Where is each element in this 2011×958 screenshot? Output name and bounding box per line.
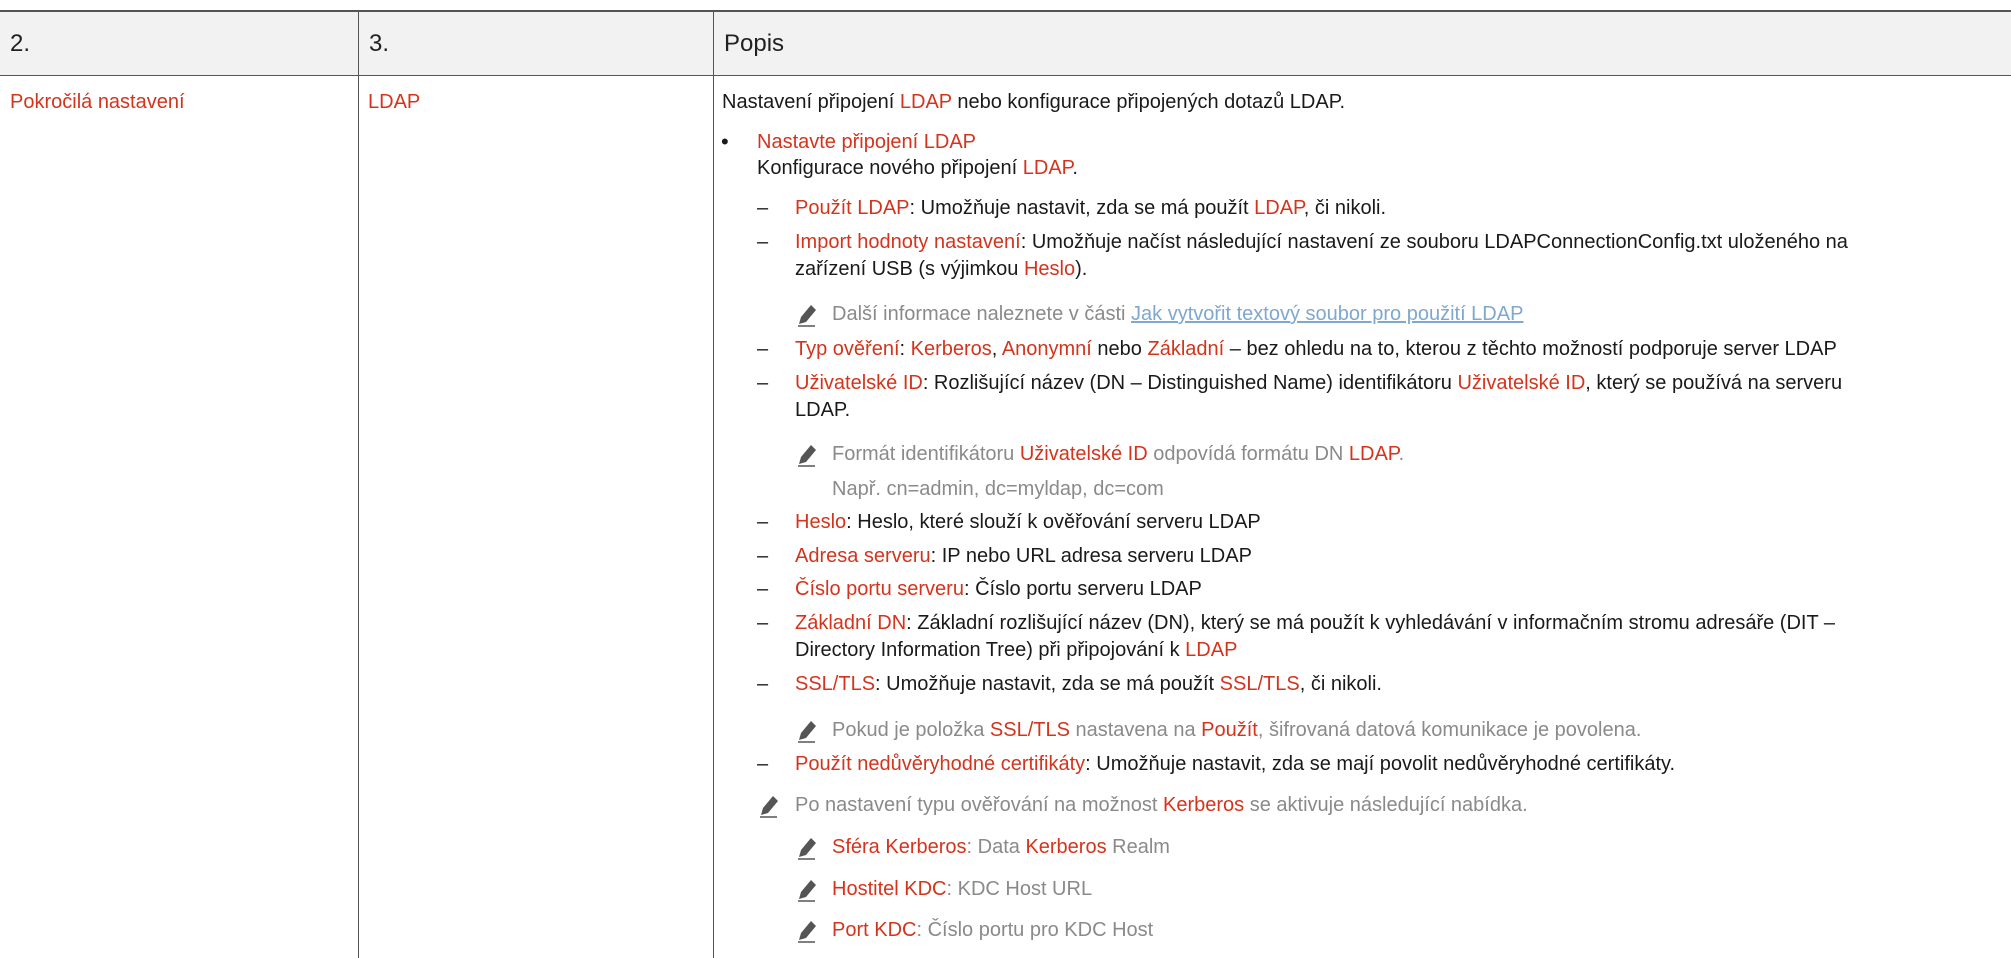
item-password: Heslo: Heslo, které slouží k ověřování s… [795,511,1261,533]
item-base-dn-cont: Directory Information Tree) při připojov… [795,639,1238,661]
menu-path-ldap: LDAP [368,91,421,113]
header-bottom-border [0,75,2011,76]
bullet-title: Nastavte připojení LDAP [757,131,977,153]
note-kdc-host: Hostitel KDC: KDC Host URL [832,878,1093,900]
dash-marker: – [757,197,769,219]
note-ssl-tls: Pokud je položka SSL/TLS nastavena na Po… [832,719,1642,741]
header-col-1: 2. [10,30,31,57]
pencil-note-icon [760,796,778,818]
item-untrusted-certs: Použít nedůvěryhodné certifikáty: Umožňu… [795,753,1676,775]
item-base-dn: Základní DN: Základní rozlišující název … [795,612,1836,634]
menu-path-advanced-settings: Pokročilá nastavení [10,91,185,113]
dash-marker: – [757,578,769,600]
dash-marker: – [757,753,769,775]
dash-marker: – [757,511,769,533]
table-header-background [0,11,2011,76]
bullet-marker: • [721,129,729,154]
intro-text: Nastavení připojení LDAP nebo konfigurac… [722,91,1346,113]
link-create-text-file[interactable]: Jak vytvořit textový soubor pro použití … [1131,303,1523,325]
dash-marker: – [757,673,769,695]
pencil-note-icon [798,721,816,743]
note-kerberos-realm: Sféra Kerberos: Data Kerberos Realm [832,836,1170,858]
note-user-id-example: Např. cn=admin, dc=myldap, dc=com [832,478,1164,500]
header-col-description: Popis [724,30,785,57]
note-user-id-format: Formát identifikátoru Uživatelské ID odp… [832,443,1405,465]
item-auth-type: Typ ověření: Kerberos, Anonymní nebo Zák… [795,338,1837,360]
note-kerberos: Po nastavení typu ověřování na možnost K… [795,794,1528,816]
bullet-subtitle: Konfigurace nového připojení LDAP. [757,157,1078,179]
column-divider-1 [358,11,359,958]
dash-marker: – [757,231,769,253]
pencil-note-icon [798,880,816,902]
dash-marker: – [757,545,769,567]
note-kdc-port: Port KDC: Číslo portu pro KDC Host [832,919,1154,941]
item-import-settings: Import hodnoty nastavení: Umožňuje načís… [795,231,1848,253]
pencil-note-icon [798,838,816,860]
dash-marker: – [757,612,769,634]
dash-marker: – [757,338,769,360]
item-server-port: Číslo portu serveru: Číslo portu serveru… [795,578,1202,600]
pencil-note-icon [798,921,816,943]
item-user-id: Uživatelské ID: Rozlišující název (DN – … [795,372,1843,394]
item-server-address: Adresa serveru: IP nebo URL adresa serve… [795,545,1252,567]
item-ssl-tls: SSL/TLS: Umožňuje nastavit, zda se má po… [795,673,1382,695]
item-use-ldap: Použít LDAP: Umožňuje nastavit, zda se m… [795,197,1387,219]
pencil-note-icon [798,305,816,327]
item-user-id-cont: LDAP. [795,399,851,421]
pencil-note-icon [798,445,816,467]
dash-marker: – [757,372,769,394]
column-divider-2 [713,11,714,958]
note-more-info: Další informace naleznete v části Jak vy… [832,303,1524,325]
header-col-2: 3. [369,30,390,57]
table-top-border [0,10,2011,12]
item-import-settings-cont: zařízení USB (s výjimkou Heslo). [795,258,1088,280]
